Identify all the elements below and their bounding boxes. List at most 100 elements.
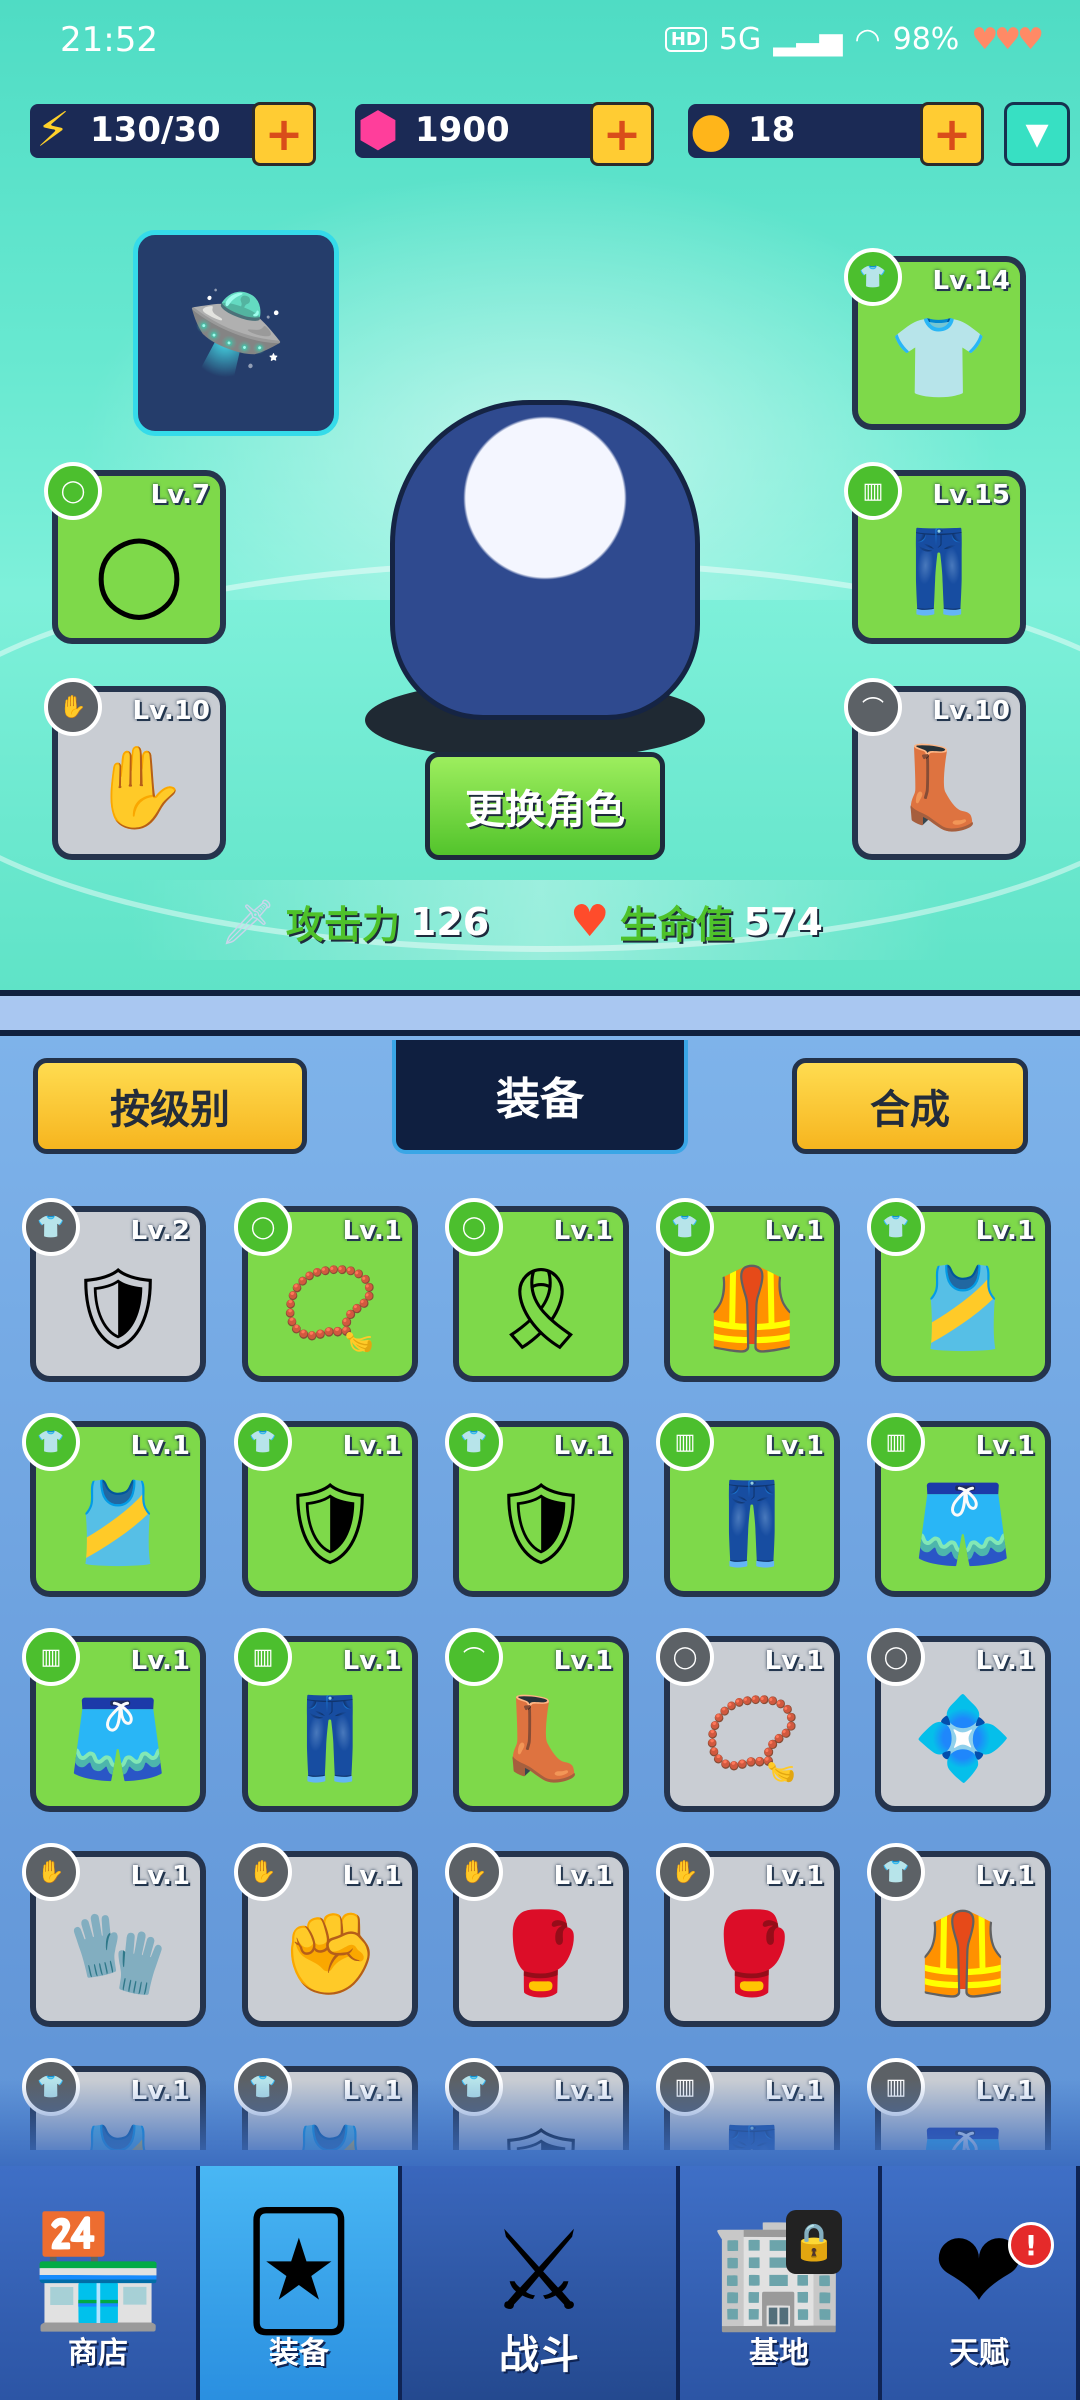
- coin-value: 18: [748, 110, 796, 150]
- equipment-slot-gloves[interactable]: ✋ Lv.1 🧤: [22, 1843, 206, 2027]
- nav-label: 基地: [749, 2336, 809, 2371]
- equipment-slot-shirt[interactable]: 👕 Lv.14 👕: [844, 248, 1026, 430]
- nav-label: 天赋: [949, 2336, 1009, 2371]
- necklace-item-icon: 💠: [913, 1692, 1013, 1785]
- shield-button[interactable]: ▼: [1004, 102, 1070, 166]
- equipment-slot-necklace[interactable]: ◯ Lv.1 📿: [656, 1628, 840, 1812]
- hp-value: 574: [743, 899, 823, 944]
- hero-character: [350, 380, 730, 760]
- nav-tab-talent-heart[interactable]: ❤ 天赋!: [882, 2166, 1080, 2400]
- panel-divider: [0, 990, 1080, 1036]
- equipment-slot-gloves[interactable]: ✋ Lv.1 ✊: [234, 1843, 418, 2027]
- attack-value: 126: [409, 899, 490, 944]
- equipment-slot-necklace[interactable]: ◯ Lv.1 🎗: [445, 1198, 629, 1382]
- base-locked-icon: 🏢: [710, 2207, 848, 2335]
- equipment-slot-armor[interactable]: 👕 Lv.2 🛡: [22, 1198, 206, 1382]
- equipment-slot-pants[interactable]: ▥Lv.1👖: [234, 1628, 418, 1812]
- gem-counter: ⬢ 1900: [355, 102, 625, 158]
- merge-button[interactable]: 合成: [792, 1058, 1028, 1154]
- shop-icon: 🏪: [29, 2207, 167, 2335]
- hd-icon: HD: [664, 27, 707, 52]
- necklace-item-icon: 📿: [702, 1692, 802, 1785]
- necklace-item-icon: 🎗: [490, 1262, 592, 1355]
- attack-label: 攻击力: [285, 903, 400, 947]
- drone-pet-icon: 🛸: [186, 286, 286, 379]
- equipment-slot-boots[interactable]: ⌒ Lv.10 👢: [844, 678, 1026, 860]
- armor-item-icon: 🛡: [490, 1477, 592, 1570]
- inventory-grid: 👕 Lv.2 🛡 ◯ Lv.1 📿 ◯ Lv.1 🎗 👕 Lv.1 🦺 👕 Lv.1 🎽 👕 Lv.1 🎽 👕 Lv.…: [0, 1190, 1080, 2150]
- equipment-slot-armor[interactable]: 👕Lv.1🛡: [445, 1413, 629, 1597]
- bottom-navigation: 🏪 商店 🃏 装备 ⚔ 战斗 🏢 基地 🔒 ❤ 天赋!: [0, 2166, 1080, 2400]
- battery-text: 98%: [892, 22, 960, 57]
- equipment-slot-boots[interactable]: ⌒ Lv.1 👢: [445, 1628, 629, 1812]
- equipment-slot-pants[interactable]: ▥Lv.1🩳: [867, 1413, 1051, 1597]
- sort-by-level-button[interactable]: 按级别: [33, 1058, 307, 1154]
- nav-tab-shop[interactable]: 🏪 商店: [0, 2166, 200, 2400]
- pet-slot[interactable]: 🛸: [133, 230, 339, 436]
- heart-icon: ♥: [570, 896, 610, 947]
- hero-sprite: [390, 400, 700, 720]
- equipment-slot-pants[interactable]: ▥ Lv.15 👖: [844, 462, 1026, 644]
- energy-value: 130/30: [90, 110, 221, 150]
- nav-tab-base-locked[interactable]: 🏢 基地 🔒: [680, 2166, 882, 2400]
- nav-tab-battle-emblem[interactable]: ⚔ 战斗: [402, 2166, 680, 2400]
- equipment-slot-armor[interactable]: 👕Lv.1🛡: [234, 1413, 418, 1597]
- boots-item-icon: 👢: [491, 1692, 591, 1785]
- network-label: 5G: [718, 22, 762, 57]
- equipment-slot-gloves[interactable]: ✋ Lv.1 🥊: [656, 1843, 840, 2027]
- energy-counter: ⚡ 130/30: [30, 102, 285, 158]
- attack-stat: 🗡 攻击力 126: [220, 894, 489, 949]
- gloves-item-icon: ✊: [280, 1907, 380, 2000]
- equipment-slot-pants[interactable]: ▥Lv.1🩳: [22, 1628, 206, 1812]
- gloves-item-icon: ✋: [89, 741, 189, 834]
- equipment-slot-necklace[interactable]: ◯ Lv.1 💠: [867, 1628, 1051, 1812]
- nav-label: 战斗: [499, 2332, 579, 2378]
- cards-icon: 🃏: [242, 2207, 356, 2335]
- pants-item-icon: 👖: [889, 525, 989, 618]
- signal-icon: ▂▃▅: [773, 22, 843, 57]
- equipment-slot-armor[interactable]: 👕Lv.1🎽: [867, 1198, 1051, 1382]
- gem-value: 1900: [415, 110, 510, 150]
- nav-label: 商店: [68, 2336, 128, 2371]
- battle-emblem-icon: ⚔: [489, 2207, 589, 2335]
- coin-counter: ● 18: [688, 102, 958, 158]
- change-character-button[interactable]: 更换角色: [425, 752, 665, 860]
- lock-icon: 🔒: [786, 2210, 842, 2274]
- armor-item-icon: 🎽: [913, 1262, 1013, 1355]
- talent-heart-icon: ❤: [932, 2207, 1026, 2335]
- necklace-item-icon: 📿: [280, 1262, 380, 1355]
- equipment-slot-gloves[interactable]: ✋ Lv.10 ✋: [44, 678, 226, 860]
- sword-icon: 🗡: [220, 896, 276, 948]
- armor-item-icon: 🦺: [913, 1907, 1013, 2000]
- lightning-icon: ⚡: [36, 102, 70, 158]
- nav-tab-cards[interactable]: 🃏 装备: [200, 2166, 402, 2400]
- armor-item-icon: 🎽: [68, 1477, 168, 1570]
- resource-bar: ⚡ 130/30 + ⬢ 1900 + ● 18 + ▼: [10, 100, 1070, 166]
- equipment-tab-title: 装备: [392, 1040, 688, 1154]
- equipment-slot-necklace[interactable]: ◯ Lv.7 ◯: [44, 462, 226, 644]
- coin-icon: ●: [690, 102, 732, 158]
- equipment-slot-pants[interactable]: ▥Lv.1👖: [656, 1413, 840, 1597]
- add-coins-button[interactable]: +: [920, 102, 984, 166]
- pants-item-icon: 🩳: [68, 1692, 168, 1785]
- gem-icon: ⬢: [357, 102, 399, 158]
- gloves-item-icon: 🥊: [491, 1907, 591, 2000]
- pants-item-icon: 👖: [702, 1477, 802, 1570]
- hero-area: 21:52 HD 5G ▂▃▅ ◠ 98% ♥♥♥ ⚡ 130/30 + ⬢ 1…: [0, 0, 1080, 990]
- gloves-item-icon: 🧤: [68, 1907, 168, 2000]
- equipment-slot-armor[interactable]: 👕Lv.1🎽: [22, 1413, 206, 1597]
- add-energy-button[interactable]: +: [252, 102, 316, 166]
- grid-fade: [0, 2080, 1080, 2170]
- equipment-slot-armor[interactable]: 👕 Lv.1 🦺: [867, 1843, 1051, 2027]
- clock: 21:52: [60, 20, 158, 60]
- hearts-icon: ♥♥♥: [971, 22, 1044, 57]
- equipment-slot-armor[interactable]: 👕 Lv.1 🦺: [656, 1198, 840, 1382]
- hp-stat: ♥ 生命值 574: [570, 894, 823, 949]
- wifi-icon: ◠: [854, 22, 881, 57]
- equipment-slot-necklace[interactable]: ◯ Lv.1 📿: [234, 1198, 418, 1382]
- add-gems-button[interactable]: +: [590, 102, 654, 166]
- armor-item-icon: 🛡: [67, 1262, 169, 1355]
- armor-item-icon: 🦺: [702, 1262, 802, 1355]
- equipment-slot-gloves[interactable]: ✋ Lv.1 🥊: [445, 1843, 629, 2027]
- status-bar: 21:52 HD 5G ▂▃▅ ◠ 98% ♥♥♥: [60, 18, 1044, 68]
